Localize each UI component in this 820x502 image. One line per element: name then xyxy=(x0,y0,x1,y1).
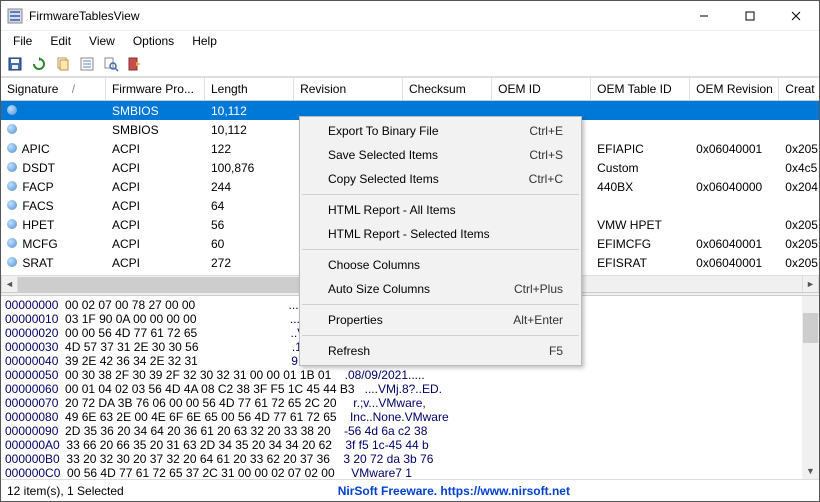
toolbar xyxy=(1,51,819,77)
col-creator[interactable]: Creat xyxy=(779,78,819,100)
app-icon xyxy=(7,8,23,24)
menu-separator xyxy=(302,194,579,195)
refresh-icon[interactable] xyxy=(29,54,49,74)
row-icon xyxy=(7,105,17,115)
menu-help[interactable]: Help xyxy=(184,32,225,50)
vertical-scrollbar[interactable]: ▲ ▼ xyxy=(802,296,819,479)
context-menu: Export To Binary FileCtrl+ESave Selected… xyxy=(299,116,582,366)
menu-file[interactable]: File xyxy=(5,32,40,50)
properties-icon[interactable] xyxy=(77,54,97,74)
row-icon xyxy=(7,219,17,229)
row-icon xyxy=(7,257,17,267)
save-icon[interactable] xyxy=(5,54,25,74)
row-icon xyxy=(7,143,17,153)
col-oem-revision[interactable]: OEM Revision xyxy=(690,78,779,100)
scroll-down-button[interactable]: ▼ xyxy=(802,462,819,479)
col-oem-id[interactable]: OEM ID xyxy=(492,78,591,100)
scroll-left-button[interactable]: ◄ xyxy=(1,276,18,293)
title-bar: FirmwareTablesView xyxy=(1,1,819,31)
close-button[interactable] xyxy=(773,1,819,31)
context-menu-item[interactable]: Choose Columns xyxy=(300,253,581,277)
context-menu-item[interactable]: Auto Size ColumnsCtrl+Plus xyxy=(300,277,581,301)
col-length[interactable]: Length xyxy=(205,78,294,100)
context-menu-item[interactable]: HTML Report - Selected Items xyxy=(300,222,581,246)
menu-edit[interactable]: Edit xyxy=(42,32,79,50)
table-header: Signature / Firmware Pro... Length Revis… xyxy=(1,77,819,101)
col-revision[interactable]: Revision xyxy=(294,78,403,100)
find-icon[interactable] xyxy=(101,54,121,74)
vscroll-thumb[interactable] xyxy=(803,313,818,343)
copy-icon[interactable] xyxy=(53,54,73,74)
status-item-count: 12 item(s), 1 Selected xyxy=(7,484,124,498)
context-menu-item[interactable]: Save Selected ItemsCtrl+S xyxy=(300,143,581,167)
context-menu-item[interactable]: Export To Binary FileCtrl+E xyxy=(300,119,581,143)
maximize-button[interactable] xyxy=(727,1,773,31)
context-menu-item[interactable]: HTML Report - All Items xyxy=(300,198,581,222)
col-oem-table-id[interactable]: OEM Table ID xyxy=(591,78,690,100)
menu-separator xyxy=(302,304,579,305)
window-title: FirmwareTablesView xyxy=(29,9,139,23)
row-icon xyxy=(7,162,17,172)
row-icon xyxy=(7,200,17,210)
menu-view[interactable]: View xyxy=(81,32,123,50)
menu-separator xyxy=(302,335,579,336)
row-icon xyxy=(7,181,17,191)
col-checksum[interactable]: Checksum xyxy=(403,78,492,100)
scroll-right-button[interactable]: ► xyxy=(802,276,819,293)
minimize-button[interactable] xyxy=(681,1,727,31)
status-link[interactable]: NirSoft Freeware. https://www.nirsoft.ne… xyxy=(338,484,570,498)
row-icon xyxy=(7,124,17,134)
menu-separator xyxy=(302,249,579,250)
menu-bar: File Edit View Options Help xyxy=(1,31,819,51)
context-menu-item[interactable]: PropertiesAlt+Enter xyxy=(300,308,581,332)
menu-options[interactable]: Options xyxy=(125,32,182,50)
status-bar: 12 item(s), 1 Selected NirSoft Freeware.… xyxy=(1,479,819,501)
context-menu-item[interactable]: RefreshF5 xyxy=(300,339,581,363)
col-firmware-provider[interactable]: Firmware Pro... xyxy=(106,78,205,100)
col-signature[interactable]: Signature / xyxy=(1,78,106,100)
exit-icon[interactable] xyxy=(125,54,145,74)
row-icon xyxy=(7,238,17,248)
context-menu-item[interactable]: Copy Selected ItemsCtrl+C xyxy=(300,167,581,191)
